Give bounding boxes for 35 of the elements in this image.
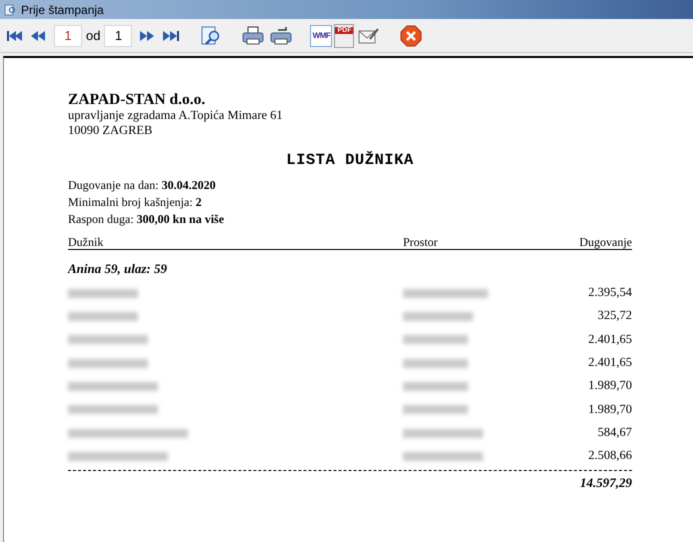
column-header: Dugovanje (579, 236, 632, 249)
report-parameter: Raspon duga: 300,00 kn na više (68, 211, 226, 228)
amount-cell: 2.401,65 (588, 332, 632, 347)
amount-cell: 584,67 (598, 424, 632, 440)
report-title: LISTA DUŽNIKA (285, 151, 415, 169)
amount-cell: 325,72 (598, 308, 632, 324)
print-button[interactable] (240, 24, 266, 48)
close-button[interactable] (398, 22, 424, 48)
window-title: Prije štampanja (21, 2, 104, 16)
redacted-room (403, 335, 468, 344)
redacted-room (403, 358, 468, 368)
wmf-export-button[interactable]: WMF (310, 24, 332, 46)
amount-cell: 1.989,70 (588, 378, 632, 394)
company-address: upravljanje zgradama A.Topića Mimare 61 (68, 108, 284, 123)
company-city: 10090 ZAGREB (68, 123, 154, 138)
redacted-name (68, 288, 138, 298)
total-amount: 14.597,29 (580, 475, 632, 490)
page-number-field[interactable]: 1 (54, 24, 82, 46)
amount-cell: 1.989,70 (588, 402, 632, 417)
amount-cell: 2.508,66 (588, 448, 632, 464)
report-parameter: Dugovanje na dan: 30.04.2020 (68, 177, 217, 194)
group-heading: Anina 59, ulaz: 59 (68, 261, 168, 277)
report-parameter: Minimalni broj kašnjenja: 2 (68, 194, 203, 211)
redacted-name (68, 312, 138, 322)
redacted-room (403, 312, 473, 322)
redacted-room (403, 382, 468, 391)
of-label: od (86, 28, 100, 43)
column-header: Prostor (403, 236, 439, 249)
page-count-field[interactable]: 1 (104, 24, 132, 46)
company-name: ZAPAD-STAN d.o.o. (68, 91, 206, 108)
amount-cell: 2.401,65 (588, 355, 632, 370)
column-header: Dužnik (68, 236, 104, 249)
app-icon (4, 4, 16, 16)
amount-cell: 2.395,54 (588, 285, 632, 300)
redacted-room (403, 405, 468, 414)
